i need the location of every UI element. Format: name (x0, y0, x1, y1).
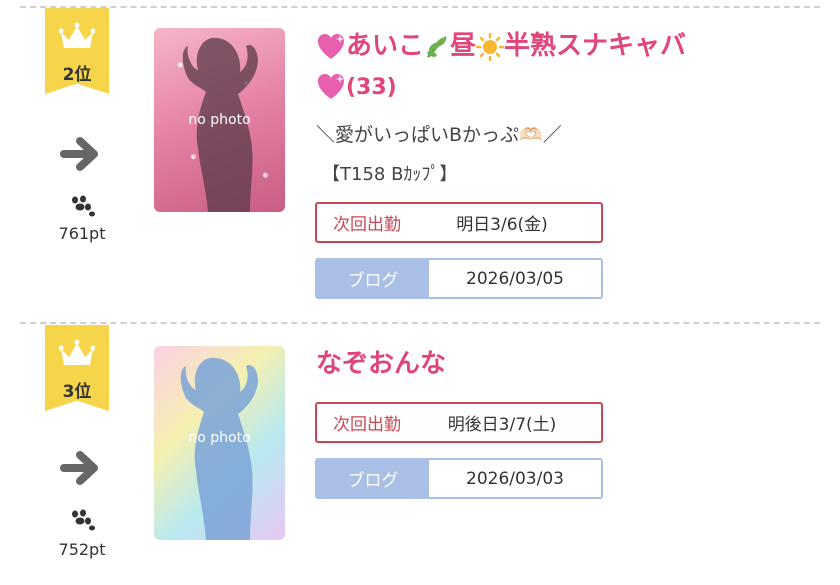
no-photo-label: no photo (188, 430, 251, 446)
cast-name[interactable]: あいこ 昼 半熟スナキャバ (33) (316, 26, 776, 108)
sun-icon (476, 32, 505, 61)
paw-icon (72, 195, 95, 217)
blog-box[interactable]: ブログ 2026/03/05 (315, 258, 603, 299)
cast-name[interactable]: なぞおんな (316, 344, 446, 384)
next-shift-label: 次回出勤 (333, 215, 401, 235)
blog-date: 2026/03/03 (466, 468, 564, 489)
sparkling-heart-icon (318, 33, 344, 59)
arrow-right-icon (60, 137, 98, 171)
crown-icon (59, 22, 95, 48)
no-photo-label: no photo (188, 112, 251, 128)
crown-icon (59, 339, 95, 365)
rank-label: 2位 (62, 65, 92, 85)
points: 752pt (58, 540, 106, 559)
next-shift-value: 明後日3/7(土) (447, 415, 557, 435)
cast-name-mid: 昼 (450, 31, 477, 61)
cast-age: (33) (346, 75, 397, 100)
rank-badge: 3位 (45, 325, 109, 411)
cast-name-suffix: 半熟スナキャバ (504, 31, 687, 61)
profile-photo[interactable]: no photo (154, 346, 285, 540)
next-shift-label: 次回出勤 (333, 415, 401, 435)
rank-badge: 2位 (45, 8, 109, 94)
blog-label: ブログ (317, 260, 429, 297)
blog-label: ブログ (317, 460, 429, 497)
blog-box[interactable]: ブログ 2026/03/03 (315, 458, 603, 499)
blog-date: 2026/03/05 (466, 268, 564, 289)
profile-photo[interactable]: no photo (154, 28, 285, 212)
next-shift-box: 次回出勤 明後日3/7(土) (315, 402, 603, 443)
points: 761pt (58, 224, 106, 243)
cast-name-text: あいこ (346, 31, 425, 61)
catch-copy: ＼愛がいっぱいBかっぷ🫶🏻／ (316, 124, 562, 146)
arrow-right-icon (60, 451, 98, 485)
divider (20, 322, 820, 324)
next-shift-value: 明日3/6(金) (456, 215, 548, 235)
rank-label: 3位 (62, 382, 92, 402)
next-shift-box: 次回出勤 明日3/6(金) (315, 202, 603, 243)
divider-top (20, 6, 820, 8)
paw-icon (72, 509, 95, 531)
herb-icon (427, 35, 447, 58)
profile-tag: 【T158 Bｶｯﾌﾟ】 (322, 164, 458, 185)
sparkling-heart-icon (318, 73, 344, 99)
